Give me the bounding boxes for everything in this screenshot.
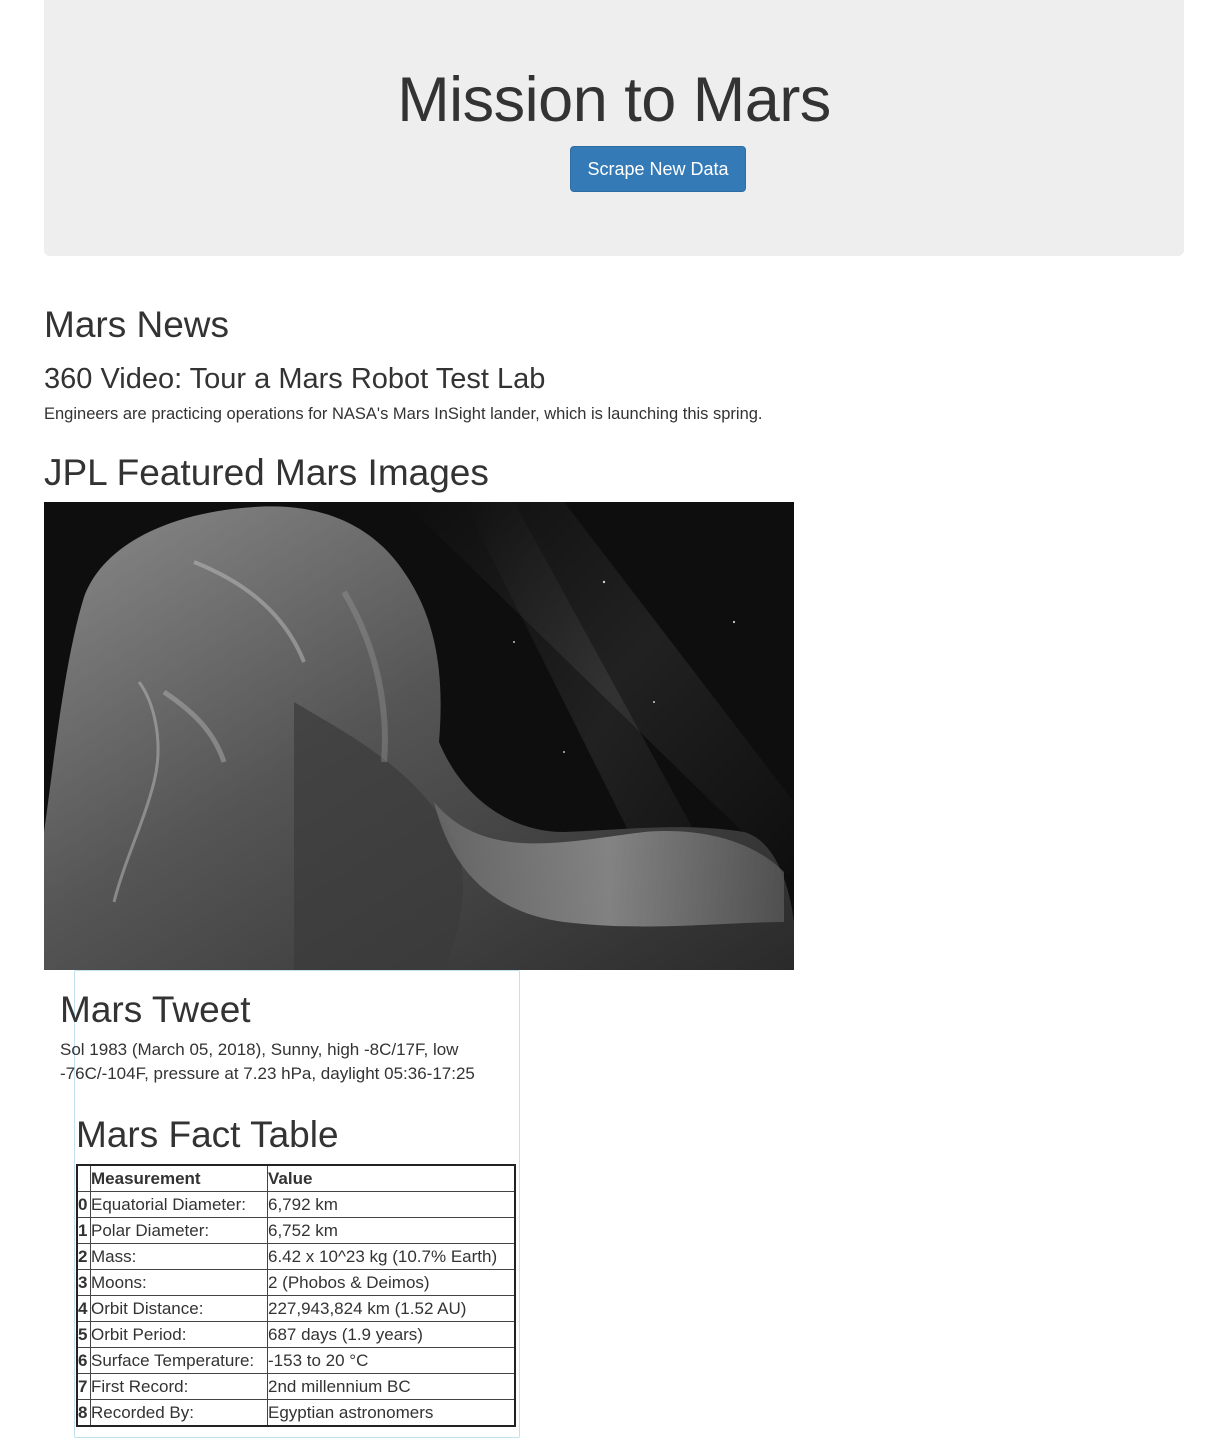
measurement-cell: Polar Diameter: xyxy=(90,1217,268,1244)
value-cell: 6.42 x 10^23 kg (10.7% Earth) xyxy=(267,1243,516,1270)
mars-fact-table-heading: Mars Fact Table xyxy=(76,1114,339,1155)
measurement-cell: First Record: xyxy=(90,1373,268,1400)
row-index: 3 xyxy=(76,1269,91,1296)
measurement-cell: Orbit Period: xyxy=(90,1321,268,1348)
comet-photo xyxy=(44,502,794,970)
featured-images-heading: JPL Featured Mars Images xyxy=(44,452,489,493)
table-row: 2 Mass: 6.42 x 10^23 kg (10.7% Earth) xyxy=(76,1243,516,1270)
table-row: 8 Recorded By: Egyptian astronomers xyxy=(76,1399,516,1427)
column-header-index xyxy=(76,1164,91,1192)
featured-image xyxy=(44,502,794,970)
measurement-cell: Moons: xyxy=(90,1269,268,1296)
table-header-row: Measurement Value xyxy=(76,1164,516,1192)
row-index: 7 xyxy=(76,1373,91,1400)
column-header-measurement: Measurement xyxy=(90,1164,268,1192)
table-row: 3 Moons: 2 (Phobos & Deimos) xyxy=(76,1269,516,1296)
scrape-new-data-button[interactable]: Scrape New Data xyxy=(570,146,746,192)
measurement-cell: Recorded By: xyxy=(90,1399,268,1427)
table-row: 7 First Record: 2nd millennium BC xyxy=(76,1373,516,1400)
mars-fact-table: Measurement Value 0 Equatorial Diameter:… xyxy=(76,1164,516,1427)
jumbotron-header: Mission to Mars Scrape New Data xyxy=(44,0,1184,256)
measurement-cell: Mass: xyxy=(90,1243,268,1270)
value-cell: 6,752 km xyxy=(267,1217,516,1244)
row-index: 1 xyxy=(76,1217,91,1244)
table-row: 6 Surface Temperature: -153 to 20 °C xyxy=(76,1347,516,1374)
column-header-value: Value xyxy=(267,1164,516,1192)
page-title: Mission to Mars xyxy=(397,65,831,135)
value-cell: 2nd millennium BC xyxy=(267,1373,516,1400)
row-index: 6 xyxy=(76,1347,91,1374)
row-index: 2 xyxy=(76,1243,91,1270)
value-cell: -153 to 20 °C xyxy=(267,1347,516,1374)
value-cell: 227,943,824 km (1.52 AU) xyxy=(267,1295,516,1322)
table-row: 0 Equatorial Diameter: 6,792 km xyxy=(76,1191,516,1218)
news-title: 360 Video: Tour a Mars Robot Test Lab xyxy=(44,363,546,395)
value-cell: 2 (Phobos & Deimos) xyxy=(267,1269,516,1296)
measurement-cell: Surface Temperature: xyxy=(90,1347,268,1374)
measurement-cell: Orbit Distance: xyxy=(90,1295,268,1322)
table-row: 5 Orbit Period: 687 days (1.9 years) xyxy=(76,1321,516,1348)
news-teaser: Engineers are practicing operations for … xyxy=(44,405,763,423)
mars-news-heading: Mars News xyxy=(44,304,230,345)
row-index: 5 xyxy=(76,1321,91,1348)
mars-tweet-heading: Mars Tweet xyxy=(60,989,251,1030)
value-cell: 687 days (1.9 years) xyxy=(267,1321,516,1348)
measurement-cell: Equatorial Diameter: xyxy=(90,1191,268,1218)
tweet-text: Sol 1983 (March 05, 2018), Sunny, high -… xyxy=(60,1040,475,1083)
row-index: 0 xyxy=(76,1191,91,1218)
table-row: 1 Polar Diameter: 6,752 km xyxy=(76,1217,516,1244)
row-index: 4 xyxy=(76,1295,91,1322)
value-cell: 6,792 km xyxy=(267,1191,516,1218)
row-index: 8 xyxy=(76,1399,91,1427)
table-row: 4 Orbit Distance: 227,943,824 km (1.52 A… xyxy=(76,1295,516,1322)
value-cell: Egyptian astronomers xyxy=(267,1399,516,1427)
